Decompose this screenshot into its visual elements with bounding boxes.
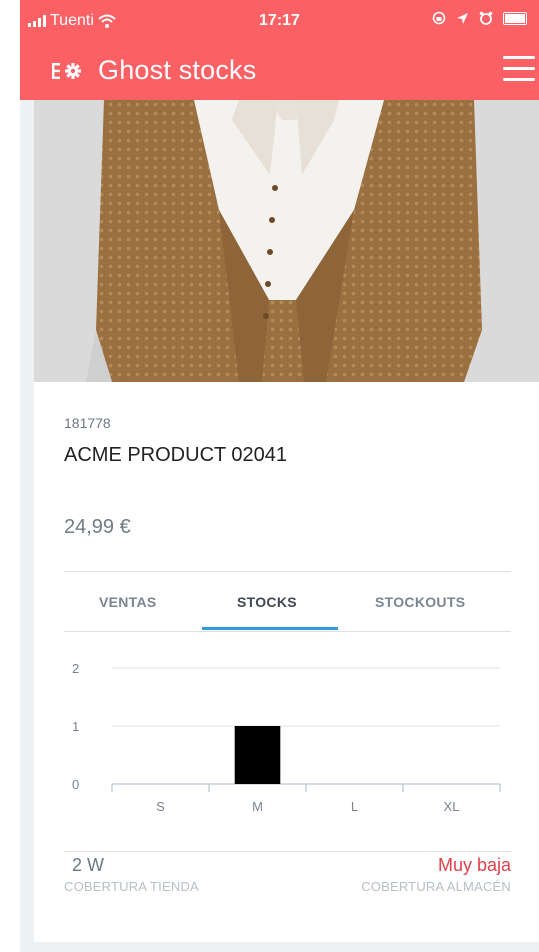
- product-sku: 181778: [64, 415, 111, 431]
- app-header: Ghost stocks: [20, 42, 539, 100]
- product-image: [34, 100, 539, 382]
- store-coverage-label: COBERTURA TIENDA: [64, 879, 199, 894]
- divider: [64, 631, 511, 632]
- x-tick-label: XL: [444, 799, 460, 812]
- active-tab-indicator: [202, 627, 338, 630]
- hamburger-menu-icon[interactable]: [503, 56, 535, 82]
- tab-stockouts[interactable]: STOCKOUTS: [375, 594, 465, 610]
- y-tick-label: 2: [72, 661, 79, 676]
- product-card: 181778 ACME PRODUCT 02041 24,99 € VENTAS…: [34, 382, 539, 942]
- product-price: 24,99 €: [64, 516, 131, 538]
- app-screen: Tuenti 17:17 Ghost stocks 181778 ACME PR…: [20, 0, 539, 952]
- x-tick-label: S: [156, 799, 165, 812]
- warehouse-coverage-label: COBERTURA ALMACÉN: [361, 879, 511, 894]
- page-title: Ghost stocks: [98, 55, 257, 85]
- warehouse-coverage-value: Muy baja: [437, 855, 511, 875]
- product-name: ACME PRODUCT 02041: [64, 444, 288, 466]
- status-bar: Tuenti 17:17: [20, 0, 539, 42]
- location-icon: [457, 12, 468, 24]
- x-tick-label: L: [351, 799, 358, 812]
- stock-bar-chart: 0 1 2 S M L XL: [72, 661, 501, 812]
- divider: [64, 851, 511, 852]
- cardigan-photo-illustration: [34, 100, 539, 382]
- y-tick-label: 1: [72, 719, 79, 734]
- settings-list-gear-icon[interactable]: [52, 59, 86, 83]
- rotation-lock-icon: [432, 11, 446, 25]
- left-frame: [0, 0, 20, 952]
- tab-stocks[interactable]: STOCKS: [237, 594, 297, 610]
- battery-icon: [503, 11, 527, 25]
- alarm-icon: [479, 11, 493, 25]
- tab-bar: VENTAS STOCKS STOCKOUTS: [64, 572, 511, 630]
- bar-m: [234, 726, 281, 784]
- x-tick-label: M: [252, 799, 263, 812]
- status-icons: [432, 11, 527, 25]
- y-tick-label: 0: [72, 777, 79, 792]
- store-coverage-value: 2 W: [72, 855, 105, 875]
- tab-ventas[interactable]: VENTAS: [99, 594, 157, 610]
